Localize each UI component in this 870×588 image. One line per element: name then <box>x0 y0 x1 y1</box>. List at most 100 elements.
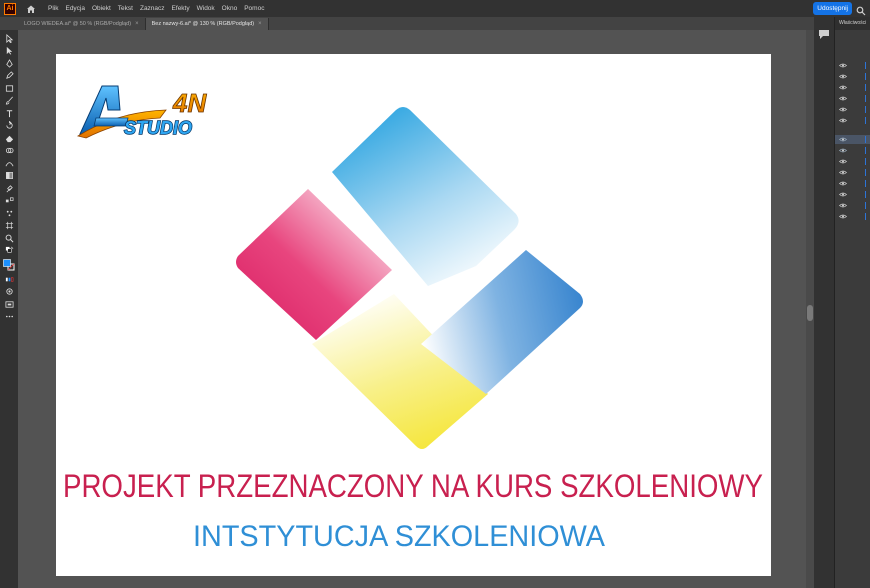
menu-type[interactable]: Tekst <box>118 0 133 17</box>
eye-icon[interactable] <box>839 159 847 164</box>
layer-row[interactable] <box>835 94 870 103</box>
subheadline-text: INTSTYTUCJA SZKOLENIOWA <box>193 520 605 553</box>
artboard[interactable]: 4N STUDIO PROJEKT PRZEZNACZONY NA KURS S… <box>56 54 771 576</box>
layer-color-bar <box>865 136 866 143</box>
close-icon[interactable]: × <box>135 18 139 30</box>
menu-view[interactable]: Widok <box>197 0 215 17</box>
menu-window[interactable]: Okno <box>222 0 238 17</box>
color-mode-icon[interactable] <box>3 274 15 285</box>
menu-select[interactable]: Zaznacz <box>140 0 165 17</box>
menu-items: Plik Edycja Obiekt Tekst Zaznacz Efekty … <box>48 0 264 17</box>
screen-mode-icon[interactable] <box>3 299 15 310</box>
eyedropper-tool-icon[interactable] <box>3 183 15 194</box>
eye-icon[interactable] <box>839 85 847 90</box>
draw-mode-icon[interactable] <box>3 287 15 298</box>
eye-icon[interactable] <box>839 63 847 68</box>
layer-color-bar <box>865 106 866 113</box>
tab-bez-nazwy-6[interactable]: Bez nazwy-6.ai* @ 130 % (RGB/Podgląd) × <box>145 18 269 30</box>
home-icon[interactable] <box>24 2 38 16</box>
blend-tool-icon[interactable] <box>3 196 15 207</box>
gradient-tool-icon[interactable] <box>3 171 15 182</box>
fill-stroke-icon[interactable] <box>3 258 15 272</box>
eye-icon[interactable] <box>839 96 847 101</box>
logo-text-studio: STUDIO <box>124 118 192 138</box>
layer-color-bar <box>865 180 866 187</box>
tab-logo-wiedea[interactable]: LOGO WIEDEA.ai* @ 50 % (RGB/Podgląd) × <box>18 18 146 30</box>
layer-row[interactable] <box>835 72 870 81</box>
panel-title: Właściwości <box>835 17 870 30</box>
scrollbar-thumb[interactable] <box>807 305 813 321</box>
layer-row[interactable] <box>835 61 870 70</box>
layer-color-bar <box>865 213 866 220</box>
width-tool-icon[interactable] <box>3 158 15 169</box>
eye-icon[interactable] <box>839 214 847 219</box>
pencil-tool-icon[interactable] <box>3 71 15 82</box>
symbol-sprayer-icon[interactable] <box>3 208 15 219</box>
layer-row[interactable] <box>835 179 870 188</box>
headline-text: PROJEKT PRZEZNACZONY NA KURS SZKOLENIOWY <box>63 468 763 504</box>
layer-row[interactable] <box>835 135 870 144</box>
comment-icon[interactable] <box>818 27 830 39</box>
zoom-tool-icon[interactable] <box>3 233 15 244</box>
layer-row[interactable] <box>835 157 870 166</box>
eye-icon[interactable] <box>839 181 847 186</box>
layer-row[interactable] <box>835 105 870 114</box>
tab-label: LOGO WIEDEA.ai* @ 50 % (RGB/Podgląd) <box>24 21 132 27</box>
direct-selection-tool-icon[interactable] <box>3 46 15 57</box>
layer-color-bar <box>865 117 866 124</box>
logo-text-4n: 4N <box>172 88 207 118</box>
layer-row[interactable] <box>835 190 870 199</box>
menu-help[interactable]: Pomoc <box>244 0 264 17</box>
layer-row[interactable] <box>835 83 870 92</box>
illustrator-window: Ai Plik Edycja Obiekt Tekst Zaznacz Efek… <box>0 0 870 588</box>
document-tab-bar: LOGO WIEDEA.ai* @ 50 % (RGB/Podgląd) × B… <box>0 17 834 30</box>
menu-edit[interactable]: Edycja <box>65 0 85 17</box>
rotate-tool-icon[interactable] <box>3 121 15 132</box>
artboard-tool-icon[interactable] <box>3 221 15 232</box>
layer-color-bar <box>865 169 866 176</box>
swap-colors-icon[interactable] <box>3 246 15 257</box>
tab-label: Bez nazwy-6.ai* @ 130 % (RGB/Podgląd) <box>151 21 255 27</box>
layer-color-bar <box>865 147 866 154</box>
eraser-tool-icon[interactable] <box>3 133 15 144</box>
eye-icon[interactable] <box>839 107 847 112</box>
layer-row[interactable] <box>835 201 870 210</box>
eye-icon[interactable] <box>839 192 847 197</box>
tools-panel <box>0 30 18 588</box>
selection-tool-icon[interactable] <box>3 33 15 44</box>
menu-file[interactable]: Plik <box>48 0 58 17</box>
rectangle-tool-icon[interactable] <box>3 83 15 94</box>
close-icon[interactable]: × <box>258 18 262 30</box>
menu-effect[interactable]: Efekty <box>172 0 190 17</box>
collapsed-panel-strip <box>814 17 834 588</box>
properties-panel: Właściwości <box>834 17 870 588</box>
vertical-scrollbar[interactable] <box>806 30 814 588</box>
type-tool-icon[interactable] <box>3 108 15 119</box>
layer-color-bar <box>865 62 866 69</box>
eye-icon[interactable] <box>839 74 847 79</box>
search-icon[interactable] <box>856 3 866 16</box>
layer-row[interactable] <box>835 168 870 177</box>
layer-row[interactable] <box>835 146 870 155</box>
diamond-logo <box>236 107 583 449</box>
eye-icon[interactable] <box>839 137 847 142</box>
app-logo-icon: Ai <box>4 2 16 15</box>
layer-color-bar <box>865 73 866 80</box>
eye-icon[interactable] <box>839 118 847 123</box>
shape-builder-icon[interactable] <box>3 146 15 157</box>
more-tools-icon[interactable] <box>3 312 15 323</box>
share-button[interactable]: Udostępnij <box>813 2 852 15</box>
menu-bar: Ai Plik Edycja Obiekt Tekst Zaznacz Efek… <box>0 0 870 17</box>
layer-row[interactable] <box>835 116 870 125</box>
layer-row[interactable] <box>835 212 870 221</box>
layer-color-bar <box>865 158 866 165</box>
layer-color-bar <box>865 191 866 198</box>
artwork-canvas: 4N STUDIO PROJEKT PRZEZNACZONY NA KURS S… <box>63 85 763 553</box>
pen-tool-icon[interactable] <box>3 58 15 69</box>
eye-icon[interactable] <box>839 203 847 208</box>
layer-color-bar <box>865 202 866 209</box>
menu-object[interactable]: Obiekt <box>92 0 111 17</box>
eye-icon[interactable] <box>839 170 847 175</box>
eye-icon[interactable] <box>839 148 847 153</box>
brush-tool-icon[interactable] <box>3 96 15 107</box>
